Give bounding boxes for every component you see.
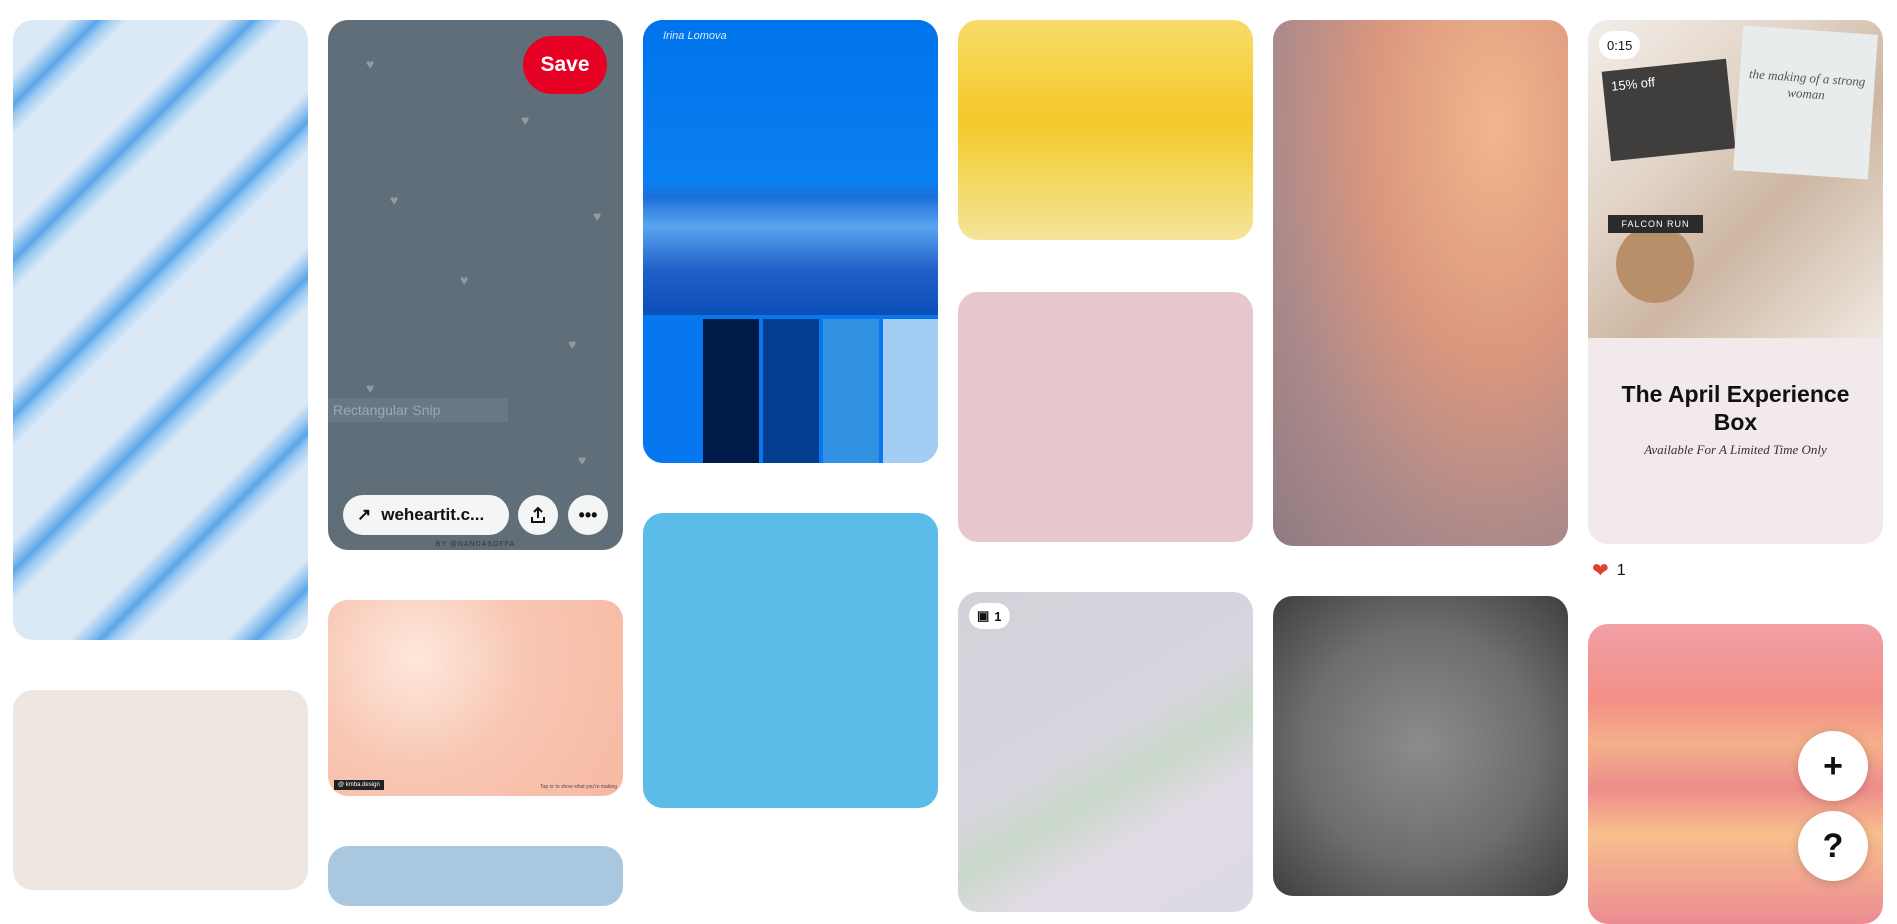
heart-icon: ♥ xyxy=(568,336,577,352)
heart-icon: ♥ xyxy=(460,272,469,288)
box-caption: The April Experience Box Available For A… xyxy=(1588,338,1883,544)
sea-photo xyxy=(643,20,938,315)
help-button[interactable]: ? xyxy=(1798,811,1868,881)
heart-icon: ♥ xyxy=(593,208,602,224)
source-link-label: weheartit.c... xyxy=(381,505,485,524)
ellipsis-icon: ••• xyxy=(578,504,598,525)
source-link-chip[interactable]: ↗ weheartit.c... xyxy=(343,495,509,535)
palette-swatch-1 xyxy=(643,319,699,463)
heart-icon: ♥ xyxy=(390,192,399,208)
plus-icon: + xyxy=(1823,746,1843,785)
reaction-count-label: 1 xyxy=(1616,561,1626,579)
save-button[interactable]: Save xyxy=(523,36,607,94)
pin-april-box[interactable]: 15% off the making of a strong woman FAL… xyxy=(1588,20,1883,544)
box-photo: 15% off the making of a strong woman FAL… xyxy=(1588,20,1883,338)
reaction-count[interactable]: ❤ 1 xyxy=(1592,558,1626,583)
pin-title: The April Experience Box xyxy=(1621,381,1850,435)
palette-swatch-3 xyxy=(763,319,819,463)
pin-sky-blue[interactable] xyxy=(643,513,938,808)
creator-tag: @ kmba.design xyxy=(334,780,384,790)
share-button[interactable] xyxy=(518,495,558,535)
add-button[interactable]: + xyxy=(1798,731,1868,801)
pin-sunset-clouds[interactable] xyxy=(1273,20,1568,546)
discount-card: 15% off xyxy=(1601,58,1736,162)
artist-logo: Irina Lomova xyxy=(663,30,727,42)
pin-beige[interactable] xyxy=(13,690,308,890)
rectangular-snip-ghost: Rectangular Snip xyxy=(328,398,508,422)
multi-image-badge: ▣ 1 xyxy=(969,603,1010,629)
jar-label: FALCON RUN xyxy=(1608,215,1703,233)
heart-icon: ♥ xyxy=(578,452,587,468)
video-duration-badge: 0:15 xyxy=(1599,31,1641,59)
heart-icon: ♥ xyxy=(521,112,530,128)
palette-swatch-5 xyxy=(883,319,938,463)
heart-reaction-icon: ❤ xyxy=(1592,560,1609,582)
pin-partial-blue[interactable] xyxy=(328,846,623,906)
stack-icon: ▣ xyxy=(977,608,990,623)
question-icon: ? xyxy=(1822,826,1844,865)
creator-note: Tap or to show what you're making xyxy=(540,784,617,790)
pin-dark-grey[interactable] xyxy=(1273,596,1568,896)
multi-image-count: 1 xyxy=(994,608,1002,624)
heart-icon: ♥ xyxy=(366,380,375,396)
pin-grey-gradient[interactable]: ▣ 1 xyxy=(958,592,1253,912)
share-icon xyxy=(531,506,545,523)
pin-credit: BY @NANDASOFFA xyxy=(435,541,516,548)
heart-icon: ♥ xyxy=(366,56,375,72)
palette-swatch-4 xyxy=(823,319,879,463)
palette-swatch-2 xyxy=(703,319,759,463)
book-cover: the making of a strong woman xyxy=(1733,25,1878,180)
pin-sea-palette[interactable]: Irina Lomova xyxy=(643,20,938,463)
pin-yellow[interactable] xyxy=(958,20,1253,240)
more-options-button[interactable]: ••• xyxy=(568,495,608,535)
pin-pink[interactable] xyxy=(958,292,1253,542)
arrow-up-right-icon: ↗ xyxy=(357,505,372,524)
pin-blue-stripes[interactable] xyxy=(13,20,308,640)
pin-peach-clouds[interactable]: @ kmba.design Tap or to show what you're… xyxy=(328,600,623,796)
pin-subtitle: Available For A Limited Time Only xyxy=(1644,442,1827,457)
pin-hearts[interactable]: ♥ ♥ ♥ ♥ ♥ ♥ ♥ ♥ Rectangular Snip Save ↗ … xyxy=(328,20,623,550)
candle-jar xyxy=(1616,225,1694,303)
